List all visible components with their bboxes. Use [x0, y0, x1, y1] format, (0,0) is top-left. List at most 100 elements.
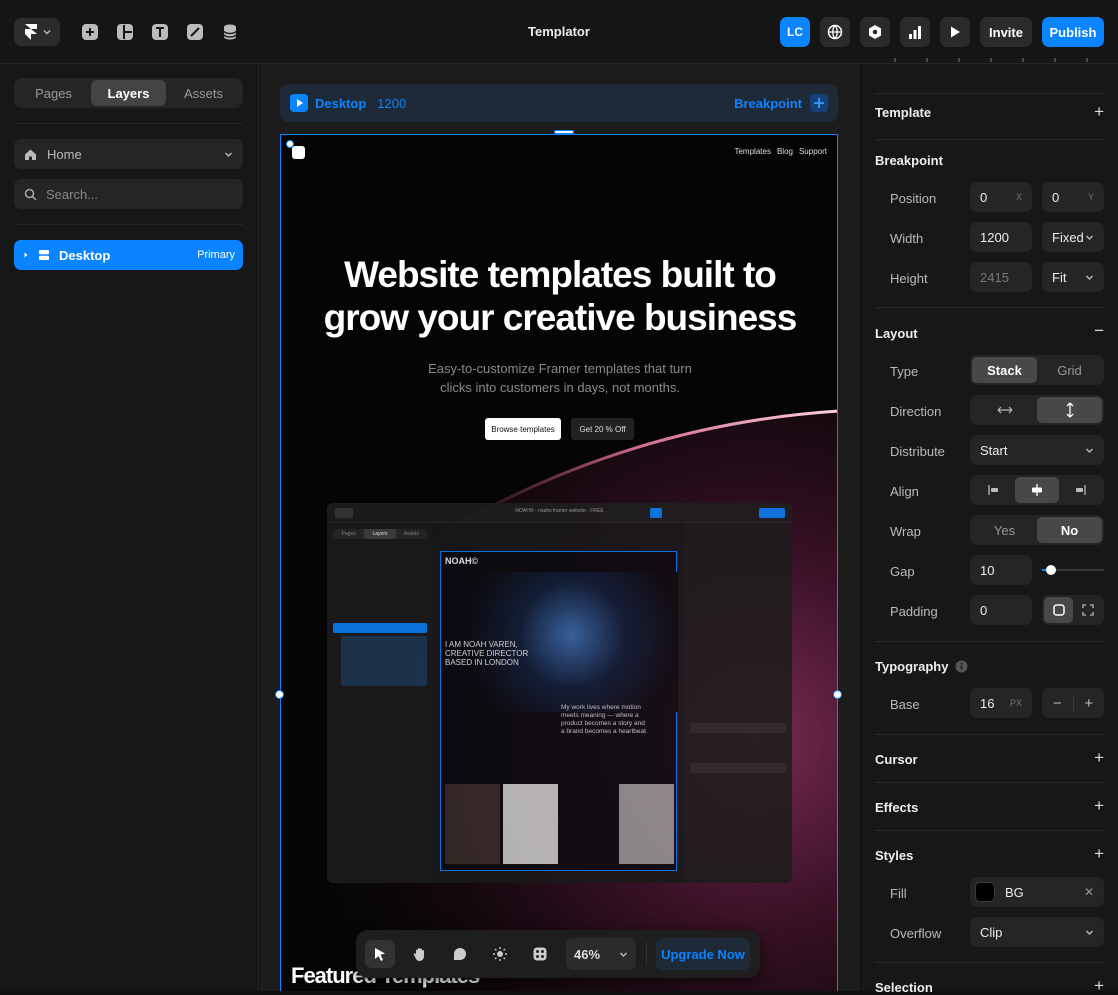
collapse-layout-icon[interactable]: − [1094, 322, 1104, 339]
browse-templates-button[interactable]: Browse templates [485, 418, 561, 440]
height-mode-select[interactable]: Fit [1042, 262, 1104, 292]
add-breakpoint-label[interactable]: Breakpoint [734, 96, 802, 111]
add-breakpoint-icon[interactable] [810, 94, 828, 112]
settings-button[interactable] [860, 17, 890, 47]
resize-handle-right[interactable] [833, 690, 842, 699]
section-template[interactable]: Template [875, 105, 931, 120]
decrement-icon[interactable]: − [1042, 695, 1073, 712]
invite-button[interactable]: Invite [980, 17, 1032, 47]
origin-handle[interactable] [286, 140, 294, 148]
preview-project-image [503, 784, 558, 864]
resize-handle-top[interactable] [554, 130, 574, 134]
remove-fill-icon[interactable]: ✕ [1084, 885, 1094, 899]
fill-input[interactable]: BG ✕ [970, 877, 1104, 907]
wrap-toggle: Yes No [970, 515, 1104, 545]
text-icon[interactable] [151, 23, 169, 41]
nav-link-blog[interactable]: Blog [777, 147, 793, 156]
gap-slider-thumb[interactable] [1046, 565, 1056, 575]
type-stack-option[interactable]: Stack [972, 357, 1037, 383]
preview-paragraph: My work lives where motion meets meaning… [561, 704, 648, 736]
divider [875, 139, 1104, 140]
width-input[interactable]: 1200 [970, 222, 1032, 252]
section-effects[interactable]: Effects [875, 800, 918, 815]
direction-horizontal-option[interactable] [972, 397, 1037, 423]
add-effect-icon[interactable]: + [1094, 797, 1104, 814]
hand-tool[interactable] [405, 940, 435, 968]
desktop-frame[interactable]: Templates Blog Support Website templates… [280, 134, 838, 991]
distribute-select[interactable]: Start [970, 435, 1104, 465]
section-styles[interactable]: Styles [875, 848, 913, 863]
select-tool[interactable] [365, 940, 395, 968]
expand-caret-icon[interactable] [22, 251, 30, 259]
width-mode-select[interactable]: Fixed [1042, 222, 1104, 252]
align-left-option[interactable] [972, 477, 1015, 503]
section-layout[interactable]: Layout [875, 326, 918, 341]
publish-button[interactable]: Publish [1042, 17, 1104, 47]
insert-icon[interactable] [81, 23, 99, 41]
preview-paragraph-line: meets meaning — where a [561, 712, 639, 719]
analytics-button[interactable] [900, 17, 930, 47]
type-grid-option[interactable]: Grid [1037, 357, 1102, 383]
padding-input[interactable]: 0 [970, 595, 1032, 625]
hero-subtitle: Easy-to-customize Framer templates that … [281, 359, 837, 397]
divider [14, 123, 243, 124]
position-x-input[interactable]: 0X [970, 182, 1032, 212]
discount-button[interactable]: Get 20 % Off [571, 418, 634, 440]
tab-pages[interactable]: Pages [16, 80, 91, 106]
resize-handle-left[interactable] [275, 690, 284, 699]
tab-layers[interactable]: Layers [91, 80, 166, 106]
direction-vertical-option[interactable] [1037, 397, 1102, 423]
add-template-icon[interactable]: + [1094, 103, 1104, 120]
padding-uniform-icon [1052, 604, 1065, 616]
section-selection[interactable]: Selection [875, 980, 933, 995]
add-selection-icon[interactable]: + [1094, 977, 1104, 994]
fill-swatch[interactable] [975, 882, 995, 902]
preview-button[interactable] [940, 17, 970, 47]
vector-icon[interactable] [186, 23, 204, 41]
theme-toggle[interactable] [485, 940, 515, 968]
increment-icon[interactable]: + [1074, 695, 1105, 712]
globe-icon [827, 24, 843, 40]
align-left-icon [988, 485, 998, 495]
wrap-yes-option[interactable]: Yes [972, 517, 1037, 543]
preview-paragraph-line: a brand becomes a heartbeat. [561, 728, 648, 735]
site-settings-button[interactable] [820, 17, 850, 47]
position-x-value: 0 [980, 189, 988, 205]
base-size-input[interactable]: 16 PX [970, 688, 1032, 718]
position-y-input[interactable]: 0Y [1042, 182, 1104, 212]
info-icon[interactable] [955, 660, 968, 673]
zoom-select[interactable]: 46% [566, 938, 636, 970]
distribute-value: Start [980, 442, 1008, 458]
gap-input[interactable]: 10 [970, 555, 1032, 585]
align-center-option[interactable] [1015, 477, 1059, 503]
add-cursor-icon[interactable]: + [1094, 749, 1104, 766]
avatar[interactable]: LC [780, 17, 810, 47]
layer-item-desktop[interactable]: Desktop Primary [14, 240, 243, 270]
framer-menu-button[interactable] [14, 18, 60, 46]
layout-icon[interactable] [116, 23, 134, 41]
comment-tool[interactable] [445, 940, 475, 968]
divider [875, 734, 1104, 735]
nav-link-support[interactable]: Support [799, 147, 827, 156]
canvas[interactable]: Desktop 1200 Breakpoint Templates Blog S… [260, 64, 860, 991]
nav-link-templates[interactable]: Templates [734, 147, 770, 156]
overflow-select[interactable]: Clip [970, 917, 1104, 947]
layers-search-input[interactable]: Search... [14, 179, 243, 209]
upgrade-button[interactable]: Upgrade Now [656, 938, 750, 970]
section-cursor[interactable]: Cursor [875, 752, 918, 767]
wrap-label: Wrap [890, 524, 921, 539]
page-select[interactable]: Home [14, 139, 243, 169]
play-icon[interactable] [290, 94, 308, 112]
base-label: Base [890, 697, 920, 712]
breakpoint-icon [39, 250, 49, 260]
tab-assets[interactable]: Assets [166, 80, 241, 106]
gap-slider[interactable] [1042, 565, 1104, 575]
wrap-no-option[interactable]: No [1037, 517, 1102, 543]
add-style-icon[interactable]: + [1094, 845, 1104, 862]
cms-icon[interactable] [221, 23, 239, 41]
components-tool[interactable] [525, 940, 555, 968]
align-right-option[interactable] [1059, 477, 1102, 503]
padding-uniform-option[interactable] [1044, 597, 1073, 623]
arrow-vertical-icon [1066, 402, 1073, 418]
padding-individual-option[interactable] [1073, 597, 1102, 623]
